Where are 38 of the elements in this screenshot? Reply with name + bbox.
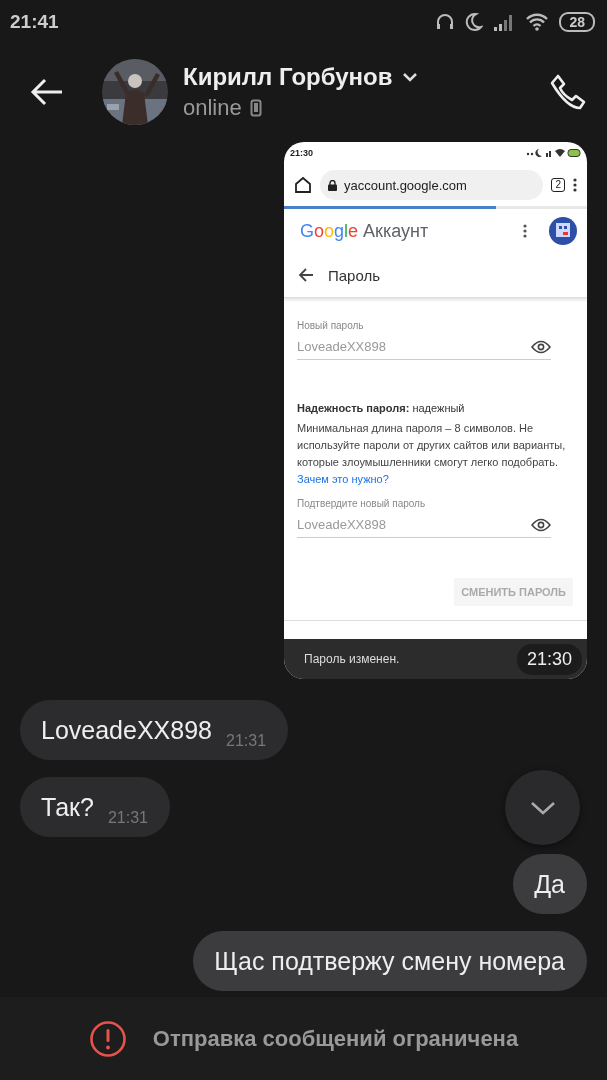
phone-call-icon[interactable] [549,73,587,111]
caption-text: Пароль изменен. [304,652,400,666]
password-advice-text: Минимальная длина пароля – 8 символов. Не используйте пароли от других сайтов или варианты, которые злоумышленники смогут легко подобрать. Зачем это нужно? [297,421,567,487]
headphones-icon [435,12,456,32]
url-text: yaccount.google.com [344,177,467,193]
message-bubble[interactable]: LoveadeXX898 21:31 [20,700,289,760]
google-account-logo: Google Аккаунт [300,220,430,242]
battery-indicator: 28 [559,12,595,32]
page-title: Пароль [328,266,381,284]
tab-count-button[interactable]: 2 [551,178,565,192]
status-icons-drawing [525,148,581,158]
message-bubble[interactable]: Да [513,854,587,914]
chevron-down-icon[interactable] [402,72,419,82]
field-label: Новый пароль [297,320,365,331]
home-icon[interactable] [294,176,312,194]
screenshot-message[interactable] [284,142,587,679]
more-options-icon[interactable] [523,224,527,238]
message-time: 21:30 [516,643,582,675]
message-bubble[interactable]: Щас подтвержу смену номера [193,931,587,991]
back-arrow-icon[interactable] [298,268,314,282]
restriction-notice: Отправка сообщений ограничена [152,1025,519,1052]
eye-icon[interactable] [531,339,551,354]
more-options-icon[interactable] [573,178,577,192]
phone-device-icon [249,99,262,117]
address-bar[interactable]: yaccount.google.com [320,170,544,200]
wifi-icon [525,13,550,31]
why-needed-link[interactable]: Зачем это нужно? [297,473,389,485]
online-status: online [183,95,242,121]
password-strength-text: Надежность пароля: надежный [297,402,466,414]
moon-icon [465,12,484,32]
message-bubble[interactable]: Так? 21:31 [20,777,170,837]
field-label: Подтвердите новый пароль [297,498,427,509]
screenshot-status-time: 21:30 [290,148,314,158]
lock-icon [328,179,337,191]
contact-name[interactable]: Кирилл Горбунов [183,63,393,91]
warning-icon [88,1019,127,1058]
status-time: 21:41 [10,11,59,33]
eye-icon[interactable] [531,517,551,532]
